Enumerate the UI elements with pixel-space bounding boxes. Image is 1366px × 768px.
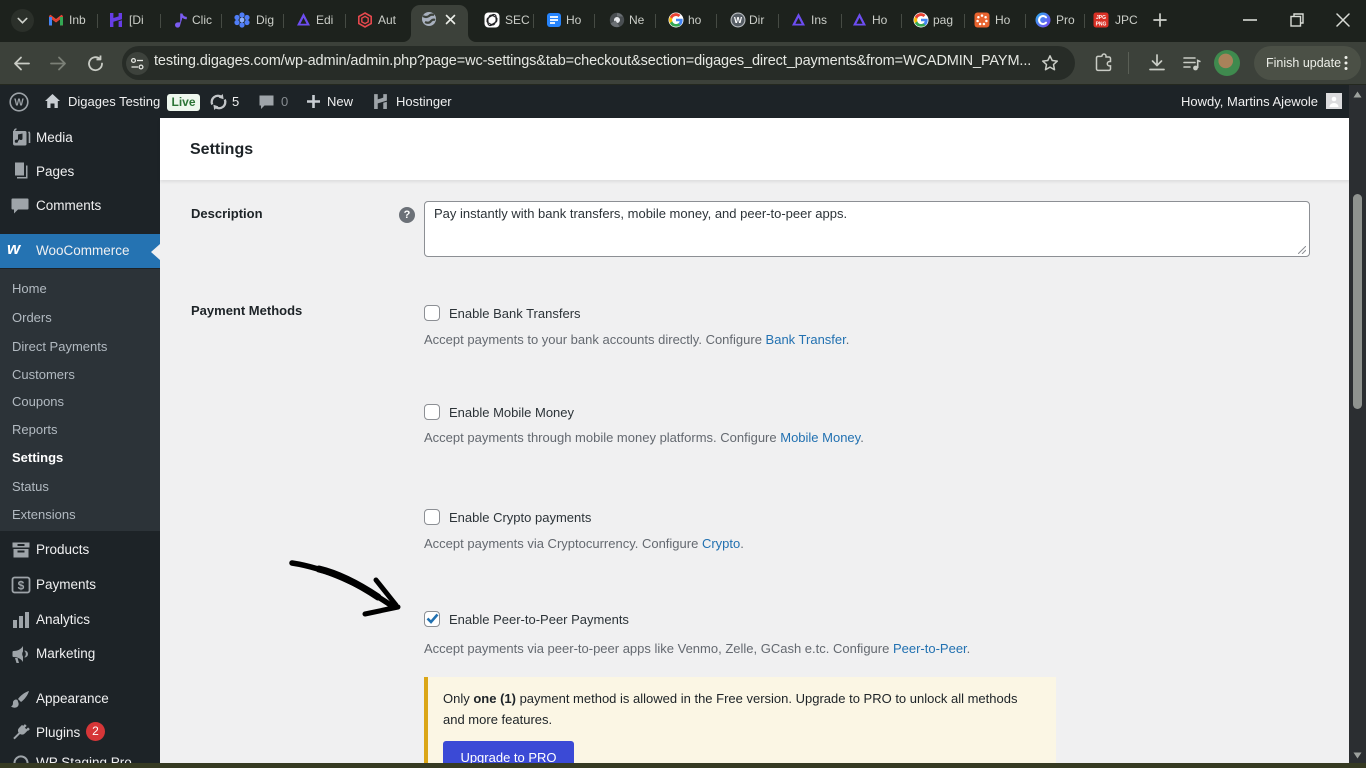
svg-text:JPG: JPG [1096,15,1106,21]
svg-text:$: $ [18,579,25,593]
svg-text:W: W [14,98,24,109]
svg-text:PNG: PNG [1096,22,1107,28]
svg-text:W: W [734,15,743,25]
